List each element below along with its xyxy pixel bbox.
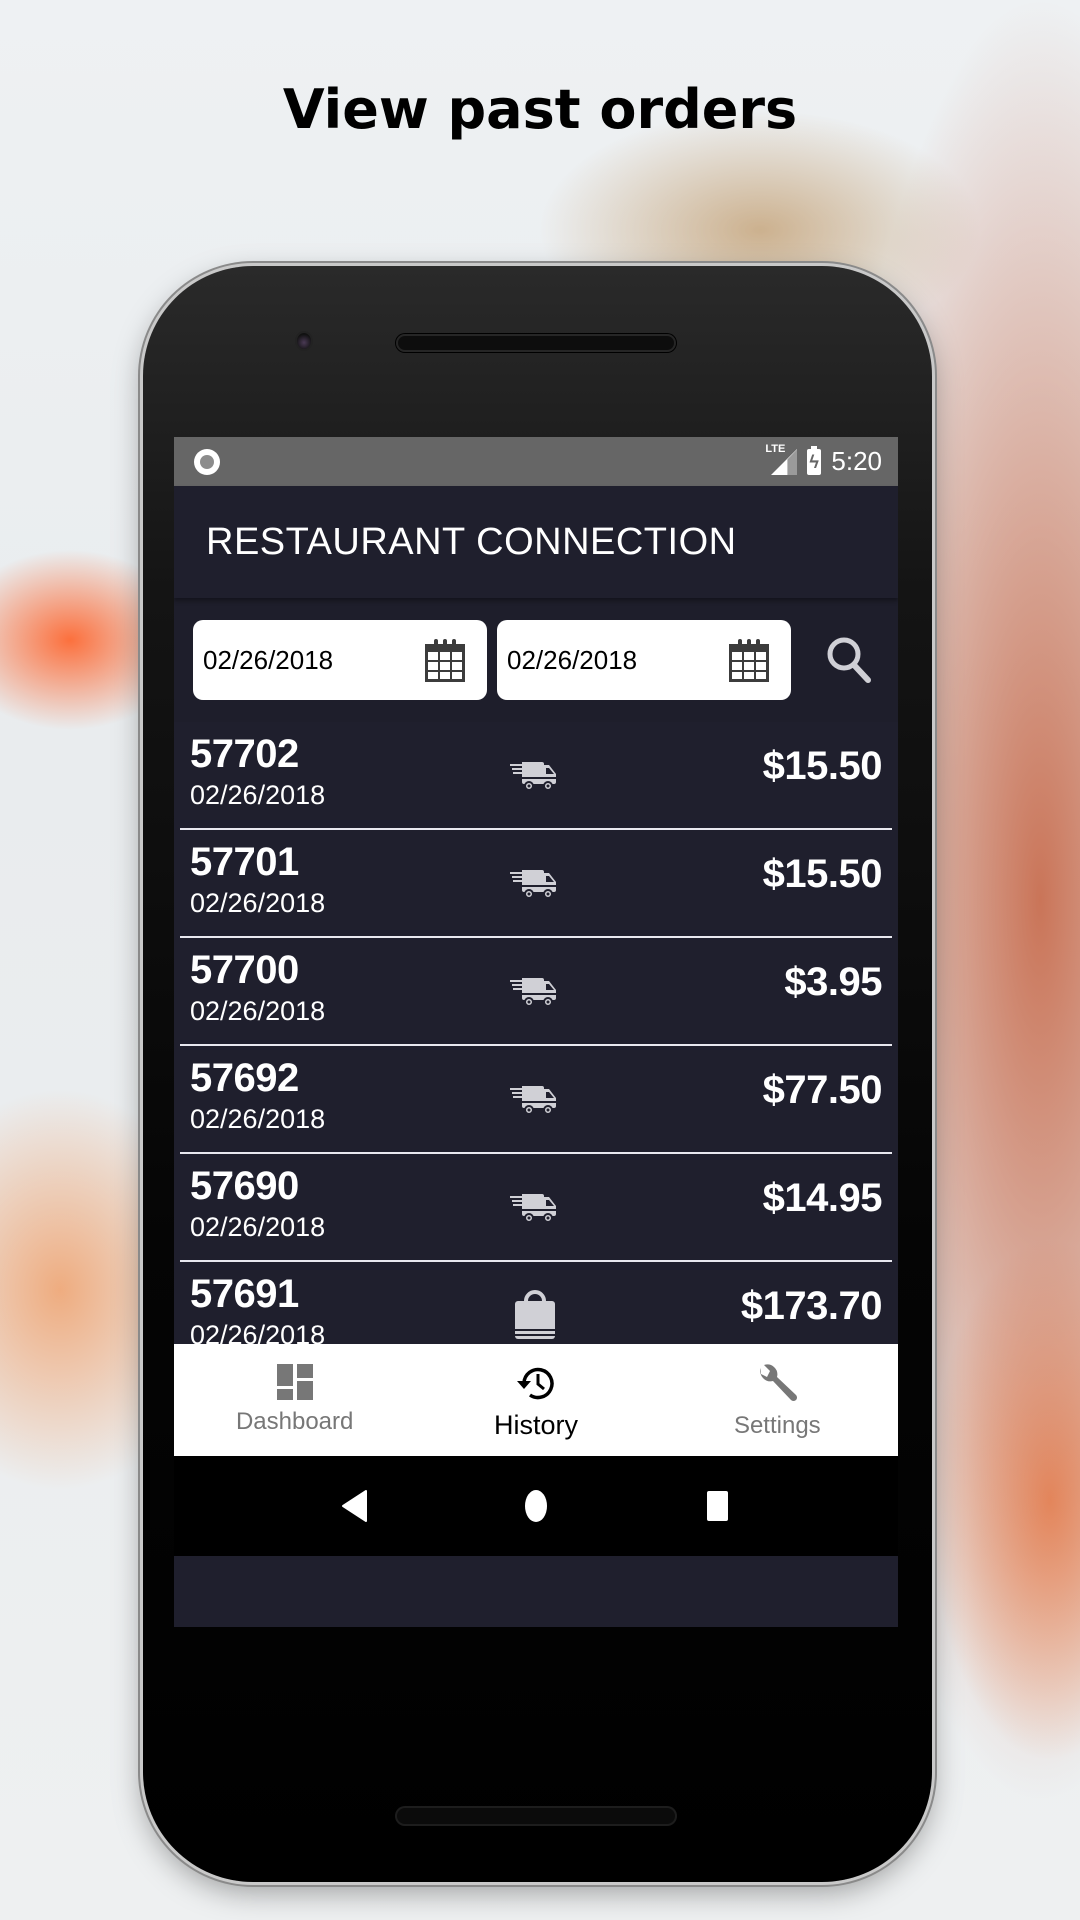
home-circle-icon bbox=[524, 1490, 547, 1522]
order-row[interactable]: 57692 02/26/2018 $77.50 bbox=[180, 1046, 892, 1154]
system-navigation-bar bbox=[174, 1456, 898, 1556]
phone-screen: LTE ϟ 5:20 RESTAURANT CONNECTION 02/26/2… bbox=[174, 437, 898, 1627]
order-amount: $77.50 bbox=[762, 1068, 883, 1112]
wrench-icon bbox=[760, 1364, 798, 1402]
delivery-truck-icon bbox=[510, 750, 560, 800]
end-date-field[interactable] bbox=[497, 620, 791, 700]
start-date-field[interactable] bbox=[193, 620, 487, 700]
home-button[interactable] bbox=[506, 1476, 566, 1536]
front-camera-icon bbox=[295, 331, 313, 351]
order-amount: $14.95 bbox=[762, 1176, 883, 1220]
status-bar: LTE ϟ 5:20 bbox=[174, 437, 898, 486]
back-triangle-icon bbox=[341, 1490, 367, 1522]
order-number: 57691 bbox=[190, 1272, 299, 1316]
order-amount: $15.50 bbox=[762, 852, 883, 896]
app-title: RESTAURANT CONNECTION bbox=[206, 520, 737, 563]
order-date: 02/26/2018 bbox=[190, 888, 326, 918]
start-date-input[interactable] bbox=[203, 644, 403, 676]
app-bar: RESTAURANT CONNECTION bbox=[174, 486, 898, 598]
order-date: 02/26/2018 bbox=[190, 1212, 326, 1242]
search-icon bbox=[827, 637, 871, 683]
phone-frame: LTE ϟ 5:20 RESTAURANT CONNECTION 02/26/2… bbox=[143, 266, 932, 1882]
order-amount: $3.95 bbox=[784, 960, 882, 1004]
status-time: 5:20 bbox=[831, 445, 882, 476]
search-button[interactable] bbox=[819, 630, 879, 690]
order-amount: $173.70 bbox=[740, 1284, 883, 1328]
order-number: 57690 bbox=[190, 1164, 299, 1208]
date-filter-row bbox=[174, 598, 898, 722]
order-number: 57692 bbox=[190, 1056, 299, 1100]
back-button[interactable] bbox=[325, 1476, 385, 1536]
bottom-navigation: Dashboard History Settings bbox=[174, 1344, 898, 1456]
nav-label-settings: Settings bbox=[733, 1412, 821, 1439]
end-date-input[interactable] bbox=[507, 644, 707, 676]
signal-icon: LTE bbox=[765, 443, 798, 477]
delivery-truck-icon bbox=[510, 1074, 560, 1124]
order-date: 02/26/2018 bbox=[190, 1104, 326, 1134]
shopping-bag-icon bbox=[510, 1290, 560, 1340]
order-number: 57700 bbox=[190, 948, 299, 992]
history-icon bbox=[516, 1367, 554, 1400]
bottom-speaker bbox=[395, 1806, 677, 1826]
nav-item-history[interactable]: History bbox=[415, 1344, 656, 1456]
order-number: 57701 bbox=[190, 840, 299, 884]
order-row[interactable]: 57690 02/26/2018 $14.95 bbox=[180, 1154, 892, 1262]
nav-item-settings[interactable]: Settings bbox=[657, 1344, 898, 1456]
delivery-truck-icon bbox=[510, 858, 560, 908]
delivery-truck-icon bbox=[510, 1182, 560, 1232]
delivery-truck-icon bbox=[510, 966, 560, 1016]
promo-heading: View past orders bbox=[282, 78, 798, 141]
earpiece-speaker bbox=[396, 334, 676, 352]
nav-item-dashboard[interactable]: Dashboard bbox=[174, 1344, 415, 1456]
circle-notification-icon bbox=[194, 449, 220, 475]
order-row[interactable]: 57701 02/26/2018 $15.50 bbox=[180, 830, 892, 938]
nav-label-dashboard: Dashboard bbox=[235, 1408, 354, 1435]
recents-square-icon bbox=[707, 1491, 729, 1521]
order-number: 57702 bbox=[190, 732, 299, 776]
order-amount: $15.50 bbox=[762, 744, 883, 788]
order-date: 02/26/2018 bbox=[190, 996, 326, 1026]
recents-button[interactable] bbox=[687, 1476, 747, 1536]
order-date: 02/26/2018 bbox=[190, 780, 326, 810]
calendar-icon[interactable] bbox=[725, 636, 773, 684]
nav-label-history: History bbox=[493, 1410, 578, 1440]
battery-charging-icon: ϟ bbox=[807, 446, 822, 475]
order-row[interactable]: 57700 02/26/2018 $3.95 bbox=[180, 938, 892, 1046]
dashboard-icon bbox=[276, 1364, 313, 1400]
order-row[interactable]: 57702 02/26/2018 $15.50 bbox=[180, 722, 892, 830]
calendar-icon[interactable] bbox=[421, 636, 469, 684]
